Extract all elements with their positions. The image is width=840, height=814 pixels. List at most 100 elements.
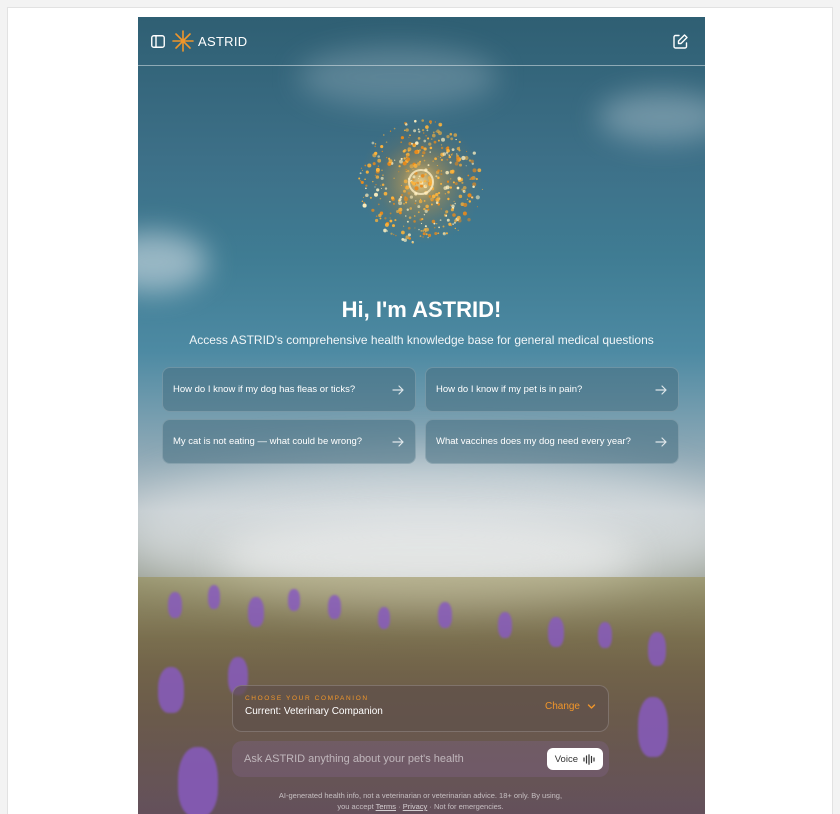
- orb-particle: [386, 156, 388, 159]
- orb-particle: [420, 145, 424, 150]
- orb-particle: [389, 130, 392, 132]
- orb-particle: [414, 119, 417, 123]
- orb-particle: [383, 134, 385, 136]
- orb-particle: [446, 146, 450, 150]
- orb-particle: [365, 170, 369, 174]
- arrow-right-icon: [654, 383, 668, 397]
- orb-particle: [456, 146, 461, 151]
- orb-particle: [400, 141, 403, 144]
- orb-particle: [440, 182, 443, 185]
- orb-particle: [409, 195, 413, 199]
- orb-particle: [442, 152, 447, 156]
- suggestion-card[interactable]: What vaccines does my dog need every yea…: [425, 419, 679, 464]
- orb-particle: [418, 175, 421, 178]
- orb-particle: [455, 138, 457, 141]
- orb-particle: [365, 187, 367, 190]
- orb-particle: [398, 211, 402, 215]
- orb-particle: [409, 134, 411, 137]
- orb-particle: [407, 149, 410, 152]
- orb-particle: [431, 133, 436, 138]
- orb-particle: [374, 143, 377, 145]
- suggestion-card[interactable]: My cat is not eating — what could be wro…: [162, 419, 416, 464]
- disclaimer-suffix: Not for emergencies.: [434, 802, 504, 811]
- orb-particle: [388, 159, 393, 164]
- orb-particle: [461, 155, 466, 161]
- orb-particle: [424, 173, 427, 176]
- orb-particle: [445, 170, 449, 175]
- orb-particle: [419, 184, 424, 188]
- orb-particle: [443, 186, 448, 190]
- orb-particle: [408, 136, 410, 138]
- flower-decoration: [438, 602, 452, 628]
- flower-decoration: [548, 617, 564, 647]
- orb-particle: [421, 218, 424, 221]
- orb-particle: [378, 213, 382, 218]
- orb-particle: [470, 176, 474, 180]
- orb-particle: [405, 123, 408, 126]
- orb-particle: [475, 195, 480, 200]
- orb-particle: [383, 191, 388, 196]
- orb-particle: [432, 160, 434, 162]
- orb-particle: [420, 230, 423, 232]
- suggestion-label: My cat is not eating — what could be wro…: [173, 435, 363, 447]
- orb-particle: [434, 227, 436, 229]
- orb-particle: [448, 154, 450, 156]
- orb-particle: [434, 157, 437, 161]
- orb-particle: [418, 149, 421, 152]
- message-composer: Voice: [232, 741, 609, 777]
- ask-input[interactable]: [244, 753, 547, 765]
- cloud-decoration: [138, 232, 208, 292]
- orb-particle: [365, 193, 369, 197]
- orb-particle: [428, 168, 430, 170]
- orb-particle: [405, 171, 407, 173]
- orb-particle: [413, 129, 417, 133]
- orb-particle: [466, 198, 469, 200]
- orb-particle: [454, 202, 456, 205]
- orb-particle: [399, 196, 403, 199]
- chevron-down-icon: [587, 702, 596, 711]
- orb-particle: [414, 183, 417, 185]
- orb-particle: [431, 199, 434, 202]
- edit-square-icon[interactable]: [672, 33, 689, 50]
- orb-particle: [384, 217, 387, 220]
- orb-particle: [399, 159, 403, 164]
- orb-particle: [453, 221, 456, 224]
- change-companion-button[interactable]: Change: [545, 701, 596, 712]
- orb-particle: [384, 222, 389, 227]
- suggestion-card[interactable]: How do I know if my pet is in pain?: [425, 367, 679, 412]
- arrow-right-icon: [391, 435, 405, 449]
- orb-particle: [405, 235, 410, 240]
- waveform-icon: [583, 753, 595, 765]
- orb-particle: [417, 211, 420, 214]
- voice-button[interactable]: Voice: [546, 748, 603, 770]
- orb-particle: [375, 215, 378, 217]
- terms-link[interactable]: Terms: [376, 802, 396, 811]
- orb-particle: [427, 236, 429, 239]
- orb-particle: [416, 181, 420, 185]
- orb-particle: [446, 135, 450, 139]
- arrow-right-icon: [654, 435, 668, 449]
- orb-particle: [372, 180, 374, 183]
- orb-particle: [415, 200, 417, 202]
- orb-particle: [428, 194, 432, 198]
- privacy-link[interactable]: Privacy: [403, 802, 428, 811]
- companion-selector[interactable]: CHOOSE YOUR COMPANION Current: Veterinar…: [232, 685, 609, 732]
- orb-particle: [436, 196, 441, 200]
- cloud-decoration: [598, 92, 705, 142]
- orb-particle: [442, 225, 445, 228]
- orb-particle: [375, 184, 377, 186]
- orb-particle: [402, 161, 407, 166]
- suggestion-card[interactable]: How do I know if my dog has fleas or tic…: [162, 367, 416, 412]
- separator: ·: [398, 802, 401, 811]
- orb-particle: [459, 163, 462, 167]
- orb-particle: [451, 148, 455, 152]
- sidebar-toggle-icon[interactable]: [150, 33, 166, 49]
- orb-particle: [454, 161, 459, 166]
- orb-particle: [440, 144, 443, 146]
- orb-particle: [427, 164, 430, 167]
- orb-particle: [465, 150, 468, 153]
- orb-particle: [445, 232, 448, 235]
- orb-particle: [420, 222, 423, 225]
- orb-particle: [375, 175, 380, 179]
- orb-particle: [447, 190, 450, 194]
